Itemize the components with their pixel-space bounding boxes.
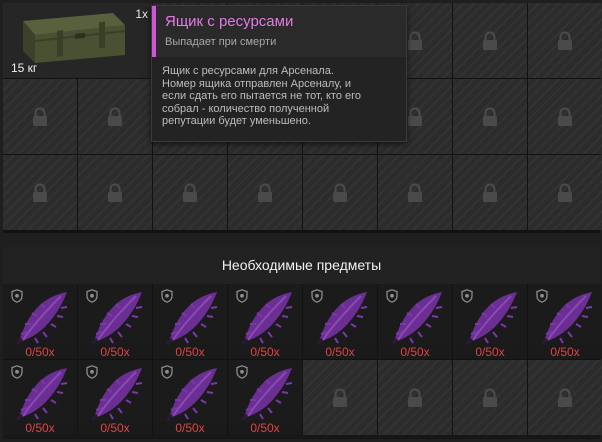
required-item-slot[interactable]: 0/50x bbox=[228, 284, 302, 359]
locked-slot bbox=[528, 3, 602, 78]
locked-slot bbox=[228, 155, 302, 230]
required-item-slot[interactable]: 0/50x bbox=[3, 284, 77, 359]
locked-slot bbox=[303, 360, 377, 435]
required-item-slot[interactable]: 0/50x bbox=[78, 360, 152, 435]
required-item-slot[interactable]: 0/50x bbox=[228, 360, 302, 435]
lock-icon bbox=[481, 31, 499, 51]
required-items-grid: 0/50x 0/50x 0/50x 0/50x 0/50x 0/50x 0/50x 0/50x… bbox=[3, 284, 602, 435]
lock-icon bbox=[331, 183, 349, 203]
lock-icon bbox=[556, 183, 574, 203]
locked-slot bbox=[453, 79, 527, 154]
lock-icon bbox=[106, 183, 124, 203]
shield-icon bbox=[236, 289, 248, 303]
lock-icon bbox=[406, 31, 424, 51]
lock-icon bbox=[556, 31, 574, 51]
lock-icon bbox=[481, 183, 499, 203]
required-items-header: Необходимые предметы bbox=[3, 247, 600, 284]
locked-slot bbox=[453, 155, 527, 230]
locked-slot bbox=[78, 79, 152, 154]
shield-icon bbox=[161, 289, 173, 303]
lock-icon bbox=[31, 183, 49, 203]
item-tooltip: Ящик с ресурсами Выпадает при смерти Ящи… bbox=[151, 5, 407, 142]
lock-icon bbox=[556, 388, 574, 408]
shield-icon bbox=[461, 289, 473, 303]
locked-slot bbox=[528, 155, 602, 230]
required-item-slot[interactable]: 0/50x bbox=[453, 284, 527, 359]
shield-icon bbox=[311, 289, 323, 303]
item-count: 0/50x bbox=[378, 345, 452, 359]
lock-icon bbox=[406, 183, 424, 203]
shield-icon bbox=[11, 289, 23, 303]
locked-slot bbox=[528, 360, 602, 435]
lock-icon bbox=[256, 183, 274, 203]
tooltip-header: Ящик с ресурсами Выпадает при смерти bbox=[152, 6, 406, 57]
lock-icon bbox=[406, 388, 424, 408]
item-count: 0/50x bbox=[153, 345, 227, 359]
shield-icon bbox=[86, 365, 98, 379]
locked-slot bbox=[378, 155, 452, 230]
item-count: 0/50x bbox=[228, 345, 302, 359]
crate-weight: 15 кг bbox=[11, 61, 38, 75]
shield-icon bbox=[11, 365, 23, 379]
item-count: 0/50x bbox=[303, 345, 377, 359]
item-count: 0/50x bbox=[3, 345, 77, 359]
tooltip-subtitle: Выпадает при смерти bbox=[165, 36, 277, 48]
shield-icon bbox=[386, 289, 398, 303]
locked-slot bbox=[303, 155, 377, 230]
tooltip-description: Ящик с ресурсами для Арсенала. Номер ящи… bbox=[162, 65, 361, 127]
resource-crate-slot[interactable]: 1x 15 кг bbox=[3, 3, 152, 78]
lock-icon bbox=[481, 388, 499, 408]
lock-icon bbox=[556, 107, 574, 127]
required-item-slot[interactable]: 0/50x bbox=[303, 284, 377, 359]
required-item-slot[interactable]: 0/50x bbox=[528, 284, 602, 359]
ammo-crate-icon bbox=[23, 13, 126, 63]
lock-icon bbox=[181, 183, 199, 203]
lock-icon bbox=[481, 107, 499, 127]
required-item-slot[interactable]: 0/50x bbox=[153, 360, 227, 435]
item-count: 0/50x bbox=[528, 345, 602, 359]
required-item-slot[interactable]: 0/50x bbox=[378, 284, 452, 359]
locked-slot bbox=[453, 3, 527, 78]
shield-icon bbox=[236, 365, 248, 379]
item-count: 0/50x bbox=[153, 421, 227, 435]
required-item-slot[interactable]: 0/50x bbox=[153, 284, 227, 359]
crate-quantity: 1x bbox=[135, 7, 148, 21]
lock-icon bbox=[331, 388, 349, 408]
locked-slot bbox=[378, 360, 452, 435]
item-count: 0/50x bbox=[78, 345, 152, 359]
locked-slot bbox=[3, 79, 77, 154]
lock-icon bbox=[406, 107, 424, 127]
shield-icon bbox=[86, 289, 98, 303]
required-items-panel: Необходимые предметы 0/50x 0/50x 0/50x 0/50… bbox=[3, 247, 602, 439]
item-count: 0/50x bbox=[3, 421, 77, 435]
locked-slot bbox=[528, 79, 602, 154]
tooltip-title: Ящик с ресурсами bbox=[165, 13, 294, 30]
required-item-slot[interactable]: 0/50x bbox=[3, 360, 77, 435]
item-count: 0/50x bbox=[228, 421, 302, 435]
lock-icon bbox=[31, 107, 49, 127]
locked-slot bbox=[153, 155, 227, 230]
required-item-slot[interactable]: 0/50x bbox=[78, 284, 152, 359]
lock-icon bbox=[106, 107, 124, 127]
locked-slot bbox=[78, 155, 152, 230]
item-count: 0/50x bbox=[78, 421, 152, 435]
locked-slot bbox=[453, 360, 527, 435]
shield-icon bbox=[536, 289, 548, 303]
locked-slot bbox=[3, 155, 77, 230]
shield-icon bbox=[161, 365, 173, 379]
item-count: 0/50x bbox=[453, 345, 527, 359]
